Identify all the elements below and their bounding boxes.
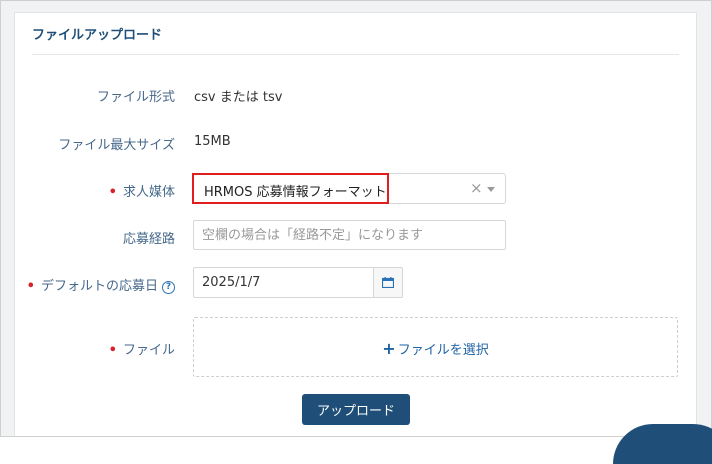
route-label: 応募経路 — [122, 232, 175, 247]
media-selected-value: HRMOS 応募情報フォーマット — [204, 185, 387, 200]
max-size-value: 15MB — [194, 134, 231, 149]
file-dropzone[interactable]: + ファイルを選択 — [193, 317, 678, 377]
title-divider — [32, 54, 679, 55]
calendar-button[interactable] — [373, 267, 403, 298]
default-date-input[interactable] — [193, 267, 373, 298]
required-mark: • — [26, 279, 35, 294]
media-label: • 求人媒体 — [108, 185, 175, 200]
app-frame: ファイルアップロード ファイル形式 csv または tsv ファイル最大サイズ … — [0, 0, 712, 464]
default-date-label: • デフォルトの応募日? — [27, 275, 175, 294]
file-format-value: csv または tsv — [194, 90, 283, 105]
route-input[interactable] — [193, 220, 506, 250]
panel-title: ファイルアップロード — [32, 28, 163, 43]
file-label: • ファイル — [108, 343, 175, 358]
upload-button[interactable]: アップロード — [302, 394, 410, 425]
clear-icon[interactable]: × — [470, 179, 483, 197]
upload-panel: ファイルアップロード ファイル形式 csv または tsv ファイル最大サイズ … — [14, 12, 697, 436]
plus-icon: + — [382, 339, 396, 358]
calendar-icon — [382, 277, 394, 288]
required-mark: • — [108, 343, 117, 358]
max-size-label: ファイル最大サイズ — [58, 138, 175, 153]
help-icon[interactable]: ? — [162, 281, 175, 294]
chevron-down-icon[interactable] — [487, 187, 495, 192]
media-select[interactable]: HRMOS 応募情報フォーマット × — [192, 173, 506, 204]
file-format-label: ファイル形式 — [96, 90, 175, 105]
required-mark: • — [108, 185, 117, 200]
select-file-link[interactable]: + ファイルを選択 — [194, 339, 677, 358]
